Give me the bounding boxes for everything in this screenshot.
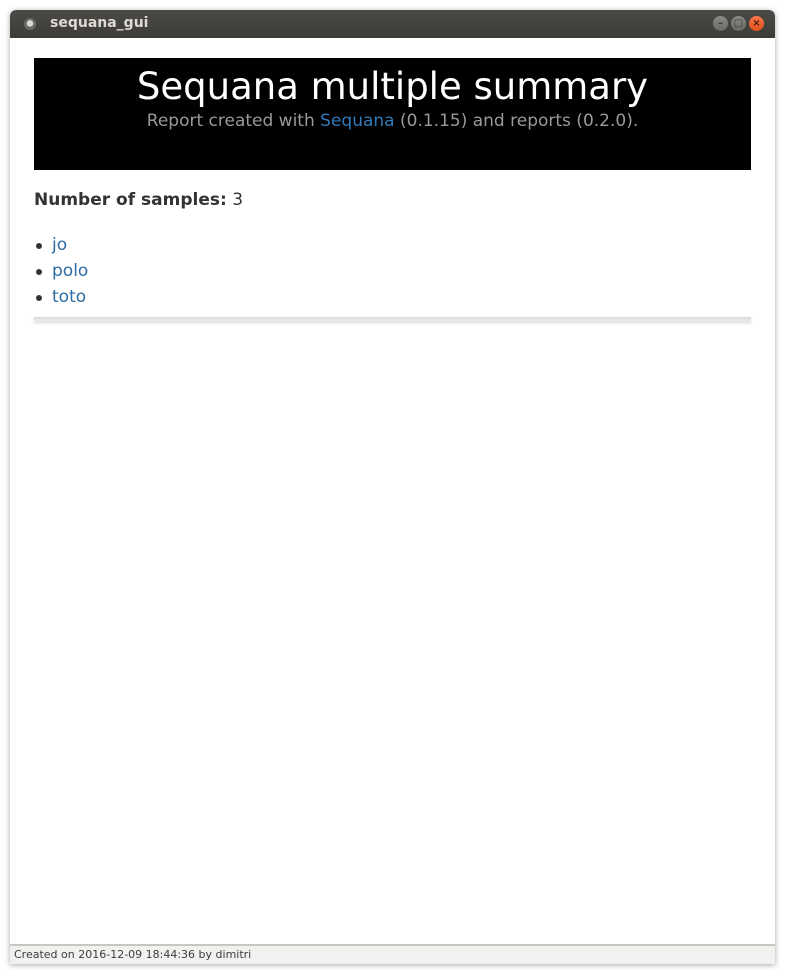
sample-link-jo[interactable]: jo: [52, 235, 67, 255]
header-banner: Sequana multiple summary Report created …: [34, 58, 751, 170]
list-item: jo: [36, 232, 88, 258]
desktop: sequana_gui – □ × Sequana multiple summa…: [0, 0, 785, 974]
status-text: Created on 2016-12-09 18:44:36 by dimitr…: [14, 948, 252, 961]
subtitle-prefix: Report created with: [146, 111, 321, 131]
close-button[interactable]: ×: [749, 16, 764, 31]
status-bar: Created on 2016-12-09 18:44:36 by dimitr…: [10, 944, 775, 964]
list-item: polo: [36, 258, 88, 284]
samples-count-label: Number of samples:: [34, 190, 227, 210]
samples-count-line: Number of samples: 3: [34, 190, 243, 210]
page-title: Sequana multiple summary: [136, 65, 649, 108]
list-item: toto: [36, 284, 88, 310]
bullet-icon: [36, 243, 42, 249]
bullet-icon: [36, 295, 42, 301]
subtitle-suffix: (0.1.15) and reports (0.2.0).: [394, 111, 639, 131]
divider: [34, 317, 751, 321]
sample-list: jo polo toto: [34, 232, 88, 310]
report-content[interactable]: Sequana multiple summary Report created …: [10, 38, 775, 944]
samples-count-value: 3: [232, 190, 244, 210]
report-subtitle: Report created with Sequana (0.1.15) and…: [34, 110, 751, 132]
app-window: sequana_gui – □ × Sequana multiple summa…: [10, 10, 775, 964]
app-icon: [24, 18, 36, 30]
bullet-icon: [36, 269, 42, 275]
maximize-button[interactable]: □: [731, 16, 746, 31]
sequana-link[interactable]: Sequana: [320, 111, 394, 131]
sample-link-toto[interactable]: toto: [52, 287, 86, 307]
title-bar[interactable]: sequana_gui – □ ×: [10, 10, 775, 38]
minimize-button[interactable]: –: [713, 16, 728, 31]
window-title: sequana_gui: [50, 15, 149, 31]
sample-link-polo[interactable]: polo: [52, 261, 88, 281]
